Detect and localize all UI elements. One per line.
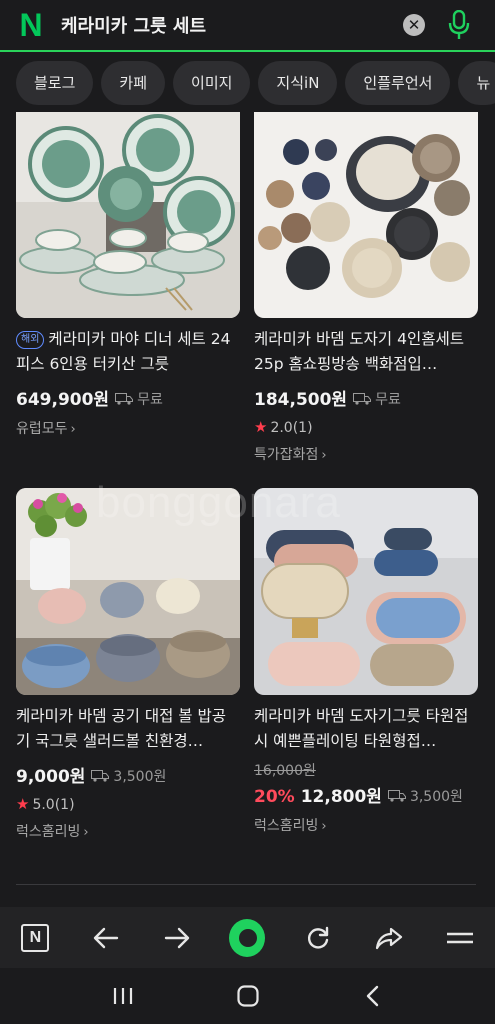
tab-news[interactable]: 뉴 (458, 61, 495, 105)
product-card[interactable]: 케라미카 바뎀 도자기 4인홈세트 25p 홈쇼핑방송 백화점입… 184,50… (254, 112, 478, 464)
home-icon[interactable] (230, 978, 266, 1014)
star-icon: ★ (254, 418, 268, 436)
price-row: 20% 12,800원 3,500원 (254, 782, 478, 807)
browser-toolbar: N (0, 907, 495, 968)
product-title-text: 케라미카 마야 디너 세트 24피스 6인용 터키산 그릇 (16, 330, 231, 373)
rating-value: 5.0 (32, 797, 55, 813)
product-rating: ★ 5.0(1) (16, 795, 240, 813)
seller-link[interactable]: 유럽모두 › (16, 418, 240, 438)
seller-link[interactable]: 럭스홈리빙 › (254, 815, 478, 835)
star-icon: ★ (16, 795, 30, 813)
green-dot-icon[interactable] (229, 918, 266, 957)
overseas-badge: 해외 (16, 331, 45, 349)
shipping-fee: 3,500원 (113, 769, 167, 785)
truck-icon (91, 770, 110, 782)
menu-icon[interactable] (442, 920, 478, 956)
truck-icon (115, 393, 134, 405)
shipping-fee: 무료 (137, 392, 163, 408)
truck-icon (387, 790, 406, 802)
product-price: 649,900원 (16, 390, 110, 410)
product-title[interactable]: 케라미카 바뎀 공기 대접 볼 밥공기 국그릇 샐러드볼 친환경… (16, 704, 240, 754)
truck-icon (353, 393, 372, 405)
naver-logo[interactable]: N (15, 9, 47, 41)
product-card[interactable]: 케라미카 바뎀 공기 대접 볼 밥공기 국그릇 샐러드볼 친환경… 9,000원… (16, 488, 240, 841)
chevron-right-icon: › (321, 819, 327, 834)
review-count: (1) (54, 797, 75, 813)
product-image[interactable] (254, 112, 478, 318)
search-header: N 케라미카 그릇 세트 ✕ (0, 0, 495, 52)
close-icon[interactable]: ✕ (403, 14, 425, 36)
discount-rate: 20% (254, 787, 295, 807)
product-title[interactable]: 케라미카 바뎀 도자기 4인홈세트 25p 홈쇼핑방송 백화점입… (254, 327, 478, 377)
seller-name: 럭스홈리빙 (16, 824, 81, 840)
android-navigation-bar (0, 968, 495, 1024)
divider (16, 884, 476, 885)
chevron-right-icon: › (321, 448, 327, 463)
forward-arrow-icon[interactable] (159, 920, 195, 956)
product-card[interactable]: 해외 케라미카 마야 디너 세트 24피스 6인용 터키산 그릇 649,900원… (16, 112, 240, 438)
seller-name: 유럽모두 (16, 421, 68, 437)
shipping-info: 3,500원 (91, 766, 166, 786)
product-price: 12,800원 (300, 787, 382, 807)
search-input[interactable]: 케라미카 그릇 세트 (61, 12, 403, 38)
refresh-icon[interactable] (300, 920, 336, 956)
product-results: 해외 케라미카 마야 디너 세트 24피스 6인용 터키산 그릇 649,900원… (0, 112, 495, 907)
tab-blog[interactable]: 블로그 (16, 61, 94, 105)
shipping-info: 3,500원 (387, 786, 463, 806)
seller-name: 특가잡화점 (254, 447, 319, 463)
review-count: (1) (292, 420, 313, 436)
chevron-right-icon: › (70, 422, 76, 437)
shipping-fee: 무료 (375, 392, 401, 408)
rating-value: 2.0 (270, 420, 293, 436)
product-title[interactable]: 케라미카 바뎀 도자기그릇 타원접시 예쁜플레이팅 타원형접… (254, 704, 478, 754)
share-icon[interactable] (371, 920, 407, 956)
product-image[interactable] (254, 488, 478, 695)
product-rating: ★ 2.0(1) (254, 418, 478, 436)
product-image[interactable] (16, 488, 240, 695)
product-card[interactable]: 케라미카 바뎀 도자기그릇 타원접시 예쁜플레이팅 타원형접… 16,000원 … (254, 488, 478, 835)
product-image[interactable] (16, 112, 240, 318)
search-category-tabs: 블로그 카페 이미지 지식iN 인플루언서 뉴 (0, 54, 495, 112)
original-price: 16,000원 (254, 763, 316, 779)
tab-image[interactable]: 이미지 (173, 61, 251, 105)
shipping-info: 무료 (115, 389, 163, 409)
tab-kin[interactable]: 지식iN (258, 61, 338, 105)
shipping-info: 무료 (353, 389, 401, 409)
microphone-icon[interactable] (447, 9, 471, 40)
shipping-fee: 3,500원 (409, 789, 463, 805)
product-price: 184,500원 (254, 390, 348, 410)
product-title[interactable]: 해외 케라미카 마야 디너 세트 24피스 6인용 터키산 그릇 (16, 327, 240, 377)
back-arrow-icon[interactable] (88, 920, 124, 956)
tab-influencer[interactable]: 인플루언서 (345, 61, 451, 105)
tab-cafe[interactable]: 카페 (101, 61, 166, 105)
chevron-right-icon: › (83, 825, 89, 840)
seller-name: 럭스홈리빙 (254, 818, 319, 834)
back-icon[interactable] (355, 978, 391, 1014)
recent-apps-icon[interactable] (105, 978, 141, 1014)
product-price: 9,000원 (16, 767, 86, 787)
price-row: 649,900원 무료 (16, 385, 240, 410)
seller-link[interactable]: 특가잡화점 › (254, 444, 478, 464)
price-row: 9,000원 3,500원 (16, 762, 240, 787)
seller-link[interactable]: 럭스홈리빙 › (16, 821, 240, 841)
price-row: 184,500원 무료 (254, 385, 478, 410)
naver-home-icon[interactable]: N (17, 920, 53, 956)
